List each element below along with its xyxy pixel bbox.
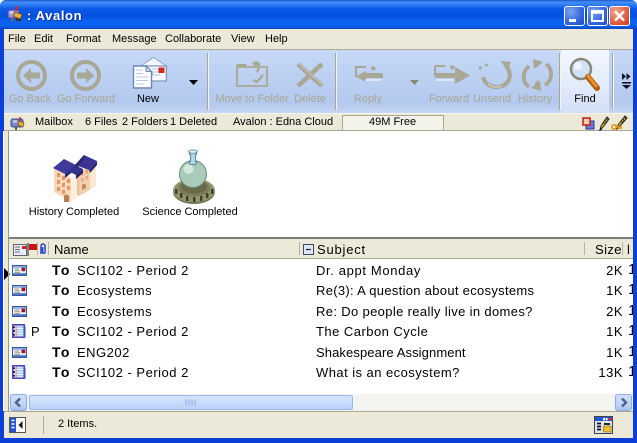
svg-text:D: D [533,59,540,69]
svg-text:&: & [534,79,541,89]
